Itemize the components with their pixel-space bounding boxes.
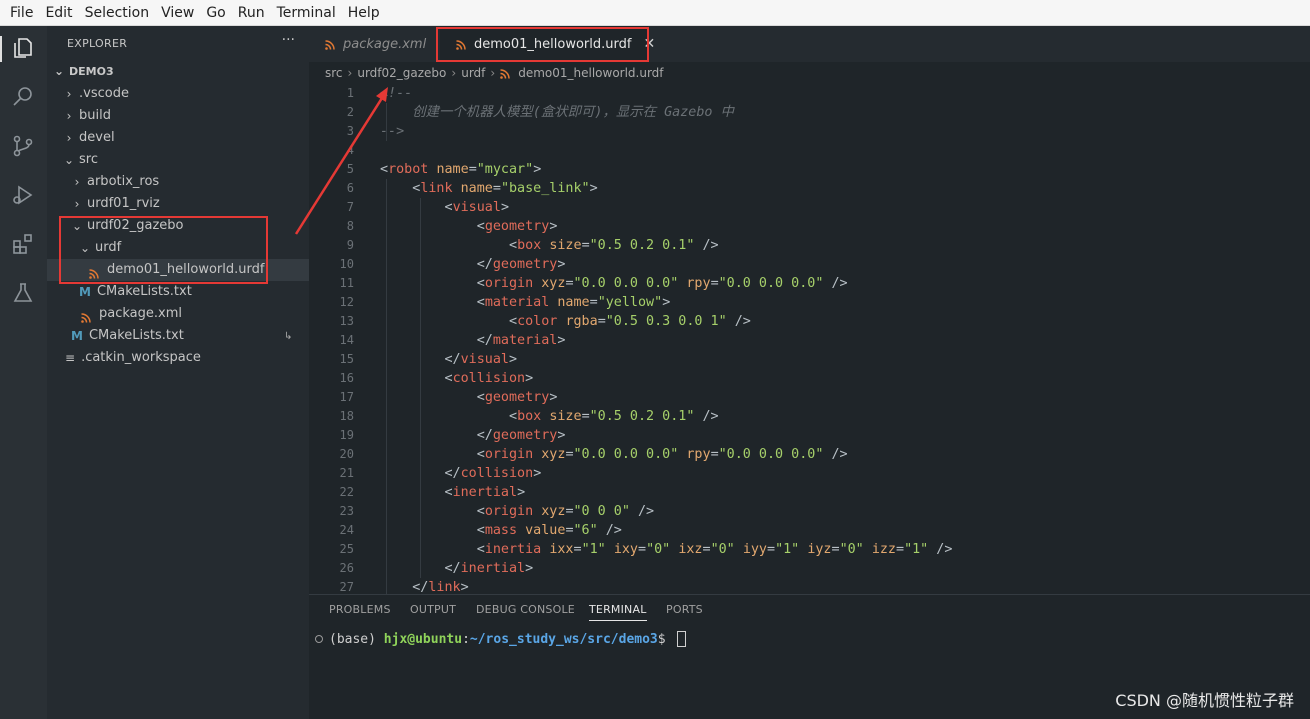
annotation-arrow [294, 87, 388, 235]
vscode-window: File Edit Selection View Go Run Terminal… [0, 0, 1310, 719]
